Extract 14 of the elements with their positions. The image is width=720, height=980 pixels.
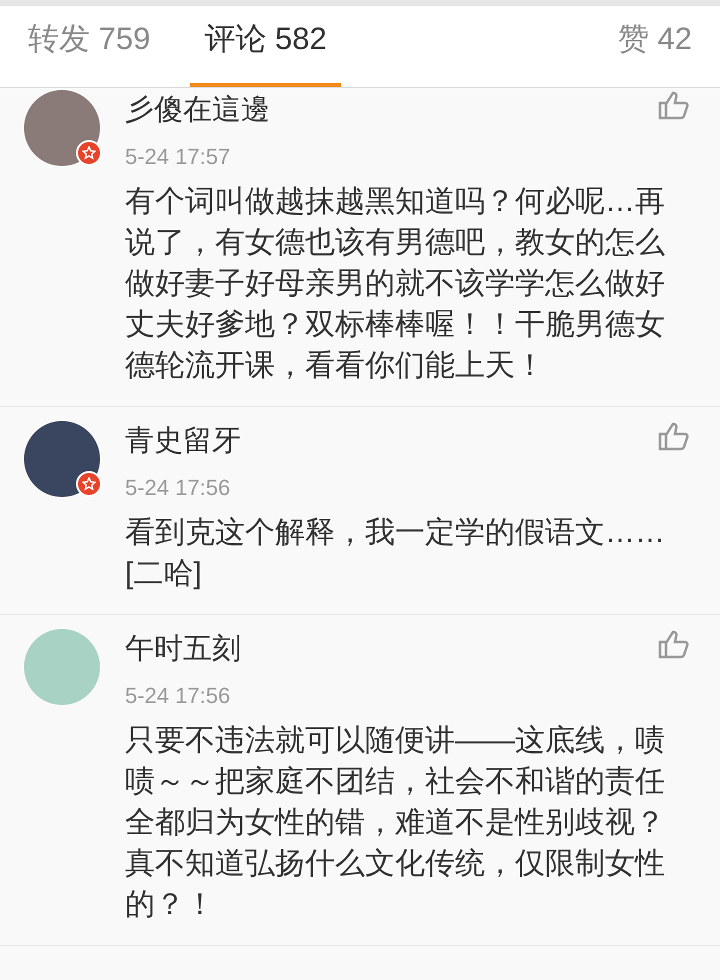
thumbs-up-icon[interactable] bbox=[658, 90, 690, 120]
tab[interactable]: 评论 582 bbox=[190, 5, 341, 87]
timestamp: 5-24 17:56 bbox=[125, 474, 232, 502]
timestamp: 5-24 17:57 bbox=[125, 143, 232, 171]
username[interactable]: 青史留牙 bbox=[125, 421, 241, 461]
timestamp: 5-24 17:56 bbox=[125, 682, 232, 710]
comment-text: 有个词叫做越抹越黑知道吗？何必呢…再说了，有女德也该有男德吧，教女的怎么做好妻子好母亲男的就不该学学怎么做好丈夫好爹地？双标棒棒喔！！干脆男德女德轮流开课，看看你们能上天！ bbox=[125, 184, 666, 384]
thumbs-up-icon[interactable] bbox=[658, 629, 690, 659]
thumbs-up-icon[interactable] bbox=[658, 421, 690, 451]
avatar[interactable] bbox=[24, 90, 100, 166]
username[interactable]: 午时五刻 bbox=[125, 629, 241, 669]
comment-text: 只要不违法就可以随便讲——这底线，啧啧～～把家庭不团结，社会不和谐的责任全都归为女性的错，难道不是性别歧视？真不知道弘扬什么文化传统，仅限制女性的？！ bbox=[125, 723, 666, 923]
username[interactable]: 彡傻在這邊 bbox=[125, 90, 270, 130]
comment-text: 看到克这个解释，我一定学的假语文……[二哈] bbox=[125, 515, 666, 592]
